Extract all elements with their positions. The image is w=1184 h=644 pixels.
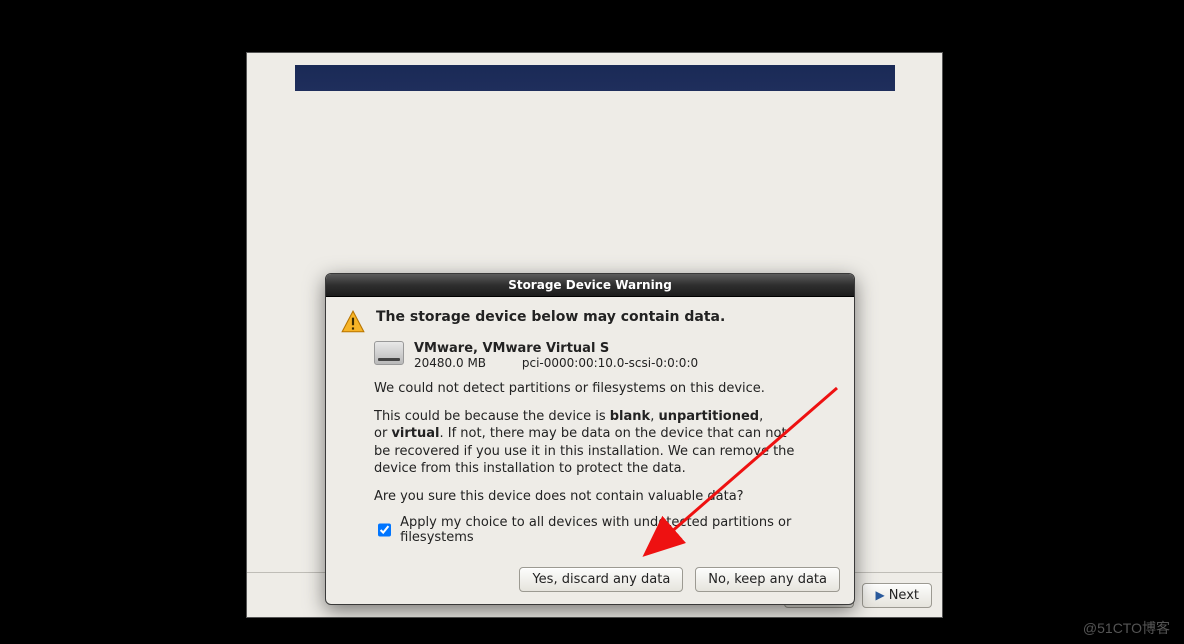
apply-all-label: Apply my choice to all devices with unde… (400, 515, 840, 545)
device-text: VMware, VMware Virtual S 20480.0 MB pci-… (414, 341, 698, 370)
dialog-buttons: Yes, discard any data No, keep any data (326, 555, 854, 604)
reason-paragraph: This could be because the device is blan… (374, 408, 804, 478)
arrow-right-icon: ▶ (875, 588, 884, 602)
device-path: pci-0000:00:10.0-scsi-0:0:0:0 (522, 356, 698, 370)
watermark: @51CTO博客 (1083, 618, 1170, 638)
installer-window: ◀ Back ▶ Next Storage Device Warning The… (246, 52, 943, 618)
device-sub: 20480.0 MB pci-0000:00:10.0-scsi-0:0:0:0 (414, 356, 698, 370)
header-band (295, 65, 895, 91)
device-row: VMware, VMware Virtual S 20480.0 MB pci-… (374, 341, 840, 370)
detect-line: We could not detect partitions or filesy… (374, 380, 804, 398)
confirm-line: Are you sure this device does not contai… (374, 488, 804, 506)
dialog-body: The storage device below may contain dat… (326, 297, 854, 555)
storage-warning-dialog: Storage Device Warning The storage devic… (325, 273, 855, 605)
device-size: 20480.0 MB (414, 356, 486, 370)
apply-all-checkbox[interactable] (378, 523, 391, 537)
no-label: No, keep any data (708, 572, 827, 587)
drive-icon (374, 341, 404, 365)
device-name: VMware, VMware Virtual S (414, 341, 698, 356)
next-label: Next (889, 588, 919, 603)
next-button[interactable]: ▶ Next (862, 583, 932, 608)
yes-discard-button[interactable]: Yes, discard any data (519, 567, 683, 592)
dialog-title: Storage Device Warning (326, 274, 854, 297)
apply-all-checkbox-row[interactable]: Apply my choice to all devices with unde… (374, 515, 840, 545)
warning-icon (340, 309, 366, 335)
yes-label: Yes, discard any data (532, 572, 670, 587)
warning-heading: The storage device below may contain dat… (376, 309, 725, 325)
no-keep-button[interactable]: No, keep any data (695, 567, 840, 592)
